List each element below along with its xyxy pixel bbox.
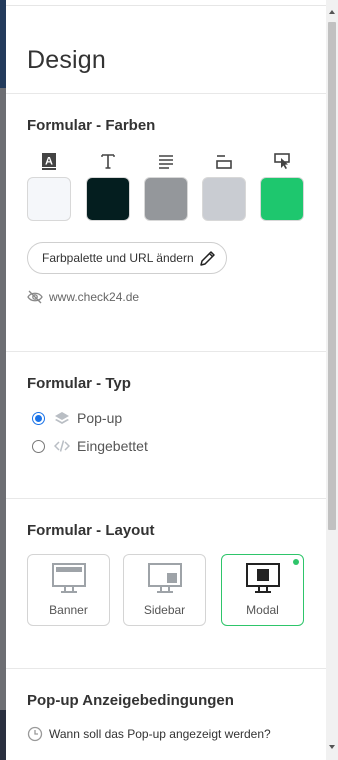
radio-embedded[interactable] xyxy=(32,439,45,453)
code-icon xyxy=(54,440,70,452)
text-color-icon xyxy=(101,154,115,169)
website-url: www.check24.de xyxy=(49,290,140,304)
panel-top-edge xyxy=(6,0,326,6)
modal-layout-icon xyxy=(246,563,280,593)
layout-option-banner[interactable]: Banner xyxy=(27,554,110,626)
layout-option-banner-label: Banner xyxy=(49,603,88,617)
divider xyxy=(6,93,326,94)
display-condition-row[interactable]: Wann soll das Pop-up angezeigt werden? xyxy=(27,726,271,742)
type-option-popup[interactable]: Pop-up xyxy=(32,410,122,426)
eye-off-icon xyxy=(27,290,43,304)
scroll-up-arrow-icon[interactable] xyxy=(329,10,335,14)
selected-indicator-dot xyxy=(293,559,299,565)
swatch-input[interactable] xyxy=(202,152,246,221)
page-title: Design xyxy=(27,46,107,74)
paragraph-lines-icon xyxy=(159,155,173,169)
scrollbar-thumb[interactable] xyxy=(328,22,336,530)
type-section-title: Formular - Typ xyxy=(27,375,131,392)
type-option-popup-label: Pop-up xyxy=(77,410,123,426)
banner-layout-icon xyxy=(52,563,86,593)
change-palette-label: Farbpalette und URL ändern xyxy=(42,251,194,265)
sidebar-layout-icon xyxy=(148,563,182,593)
design-panel: Design Formular - Farben A Farbpalette u… xyxy=(6,0,326,760)
layout-option-modal-label: Modal xyxy=(246,603,279,617)
type-option-embedded-label: Eingebettet xyxy=(77,438,148,454)
swatch-button[interactable] xyxy=(260,152,304,221)
swatch-paragraph[interactable] xyxy=(144,152,188,221)
swatch-text[interactable] xyxy=(86,152,130,221)
divider xyxy=(6,668,326,669)
change-palette-button[interactable]: Farbpalette und URL ändern xyxy=(27,242,227,274)
color-swatch-button[interactable] xyxy=(260,177,304,221)
scroll-down-arrow-icon[interactable] xyxy=(329,745,335,749)
layout-option-sidebar[interactable]: Sidebar xyxy=(123,554,206,626)
type-option-embedded[interactable]: Eingebettet xyxy=(32,438,148,454)
divider xyxy=(6,351,326,352)
radio-popup[interactable] xyxy=(32,411,45,425)
text-background-icon: A xyxy=(42,153,56,170)
clock-icon xyxy=(27,726,43,742)
color-swatch-text[interactable] xyxy=(86,177,130,221)
website-url-row: www.check24.de xyxy=(27,290,139,304)
layout-section-title: Formular - Layout xyxy=(27,522,155,539)
color-swatch-paragraph[interactable] xyxy=(144,177,188,221)
color-swatch-input[interactable] xyxy=(202,177,246,221)
colors-section-title: Formular - Farben xyxy=(27,117,156,134)
display-condition-question: Wann soll das Pop-up angezeigt werden? xyxy=(49,727,271,741)
divider xyxy=(6,498,326,499)
color-swatch-background[interactable] xyxy=(27,177,71,221)
vertical-scrollbar[interactable] xyxy=(326,0,338,760)
swatch-background[interactable]: A xyxy=(27,152,71,221)
svg-text:A: A xyxy=(45,156,53,168)
layers-icon xyxy=(55,412,69,424)
pencil-icon xyxy=(200,251,215,266)
input-field-icon xyxy=(216,155,232,169)
button-cursor-icon xyxy=(274,153,290,169)
conditions-section-title: Pop-up Anzeigebedingungen xyxy=(27,692,234,709)
layout-option-modal[interactable]: Modal xyxy=(221,554,304,626)
layout-option-sidebar-label: Sidebar xyxy=(143,603,186,617)
